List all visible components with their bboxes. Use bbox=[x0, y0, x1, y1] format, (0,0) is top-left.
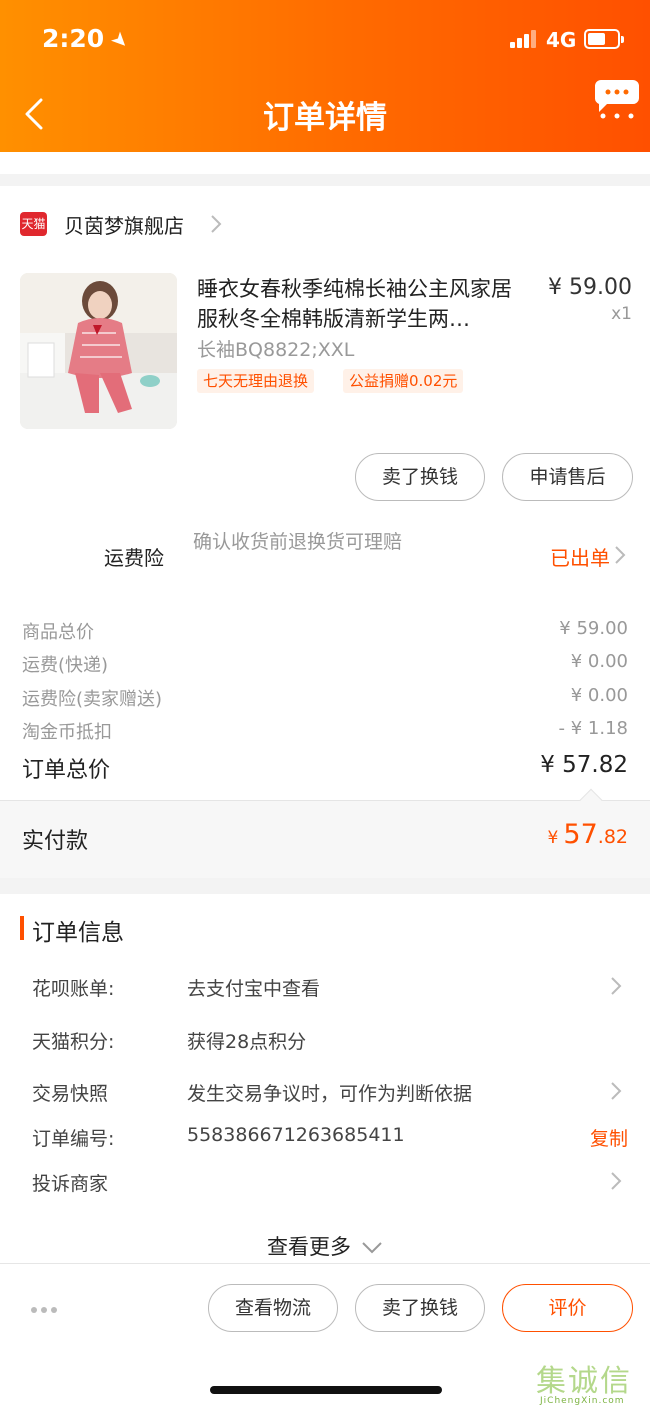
more-menu-icon[interactable] bbox=[595, 76, 639, 120]
paid-amount-box: 实付款 ¥ 57.82 bbox=[0, 788, 650, 878]
page-title: 订单详情 bbox=[263, 100, 387, 136]
section-accent-bar bbox=[20, 916, 24, 940]
chevron-right-icon[interactable] bbox=[610, 1081, 622, 1101]
paid-label: 实付款 bbox=[22, 829, 89, 854]
copy-order-number-button[interactable]: 复制 bbox=[590, 1124, 628, 1151]
home-indicator[interactable] bbox=[210, 1386, 442, 1394]
after-sale-button[interactable]: 申请售后 bbox=[502, 453, 633, 501]
product-image[interactable] bbox=[20, 273, 177, 429]
review-button[interactable]: 评价 bbox=[502, 1284, 633, 1332]
section-gap bbox=[0, 878, 650, 894]
chevron-right-icon[interactable] bbox=[610, 976, 622, 996]
paid-integer: 57 bbox=[563, 819, 598, 850]
see-more-label: 查看更多 bbox=[267, 1235, 351, 1259]
section-gap bbox=[0, 152, 650, 186]
fee-value-coins: - ¥ 1.18 bbox=[558, 718, 628, 739]
watermark-logo: 集诚信 JiChengXin.com bbox=[532, 1356, 650, 1407]
fee-value-goods: ¥ 59.00 bbox=[559, 618, 628, 639]
points-value: 获得28点积分 bbox=[187, 1031, 307, 1053]
tmall-icon: 天猫 bbox=[20, 212, 47, 236]
fee-value-insurance: ¥ 0.00 bbox=[570, 685, 628, 706]
insurance-status[interactable]: 已出单 bbox=[550, 542, 610, 571]
fee-label-goods: 商品总价 bbox=[22, 622, 94, 643]
shop-name: 贝茵梦旗舰店 bbox=[64, 214, 184, 238]
insurance-label: 运费险 bbox=[104, 546, 164, 570]
more-dots-icon[interactable] bbox=[30, 1306, 58, 1314]
chevron-right-icon[interactable] bbox=[614, 545, 626, 565]
fee-label-insurance: 运费险(卖家赠送) bbox=[22, 689, 163, 710]
chevron-right-icon bbox=[211, 215, 222, 233]
snapshot-label: 交易快照 bbox=[32, 1083, 109, 1105]
order-total-label: 订单总价 bbox=[22, 758, 111, 783]
product-sku: 长袖BQ8822;XXL bbox=[197, 339, 355, 361]
paid-value: ¥ 57.82 bbox=[548, 819, 629, 850]
view-logistics-button[interactable]: 查看物流 bbox=[208, 1284, 338, 1332]
paid-currency: ¥ bbox=[547, 828, 559, 848]
snapshot-value[interactable]: 发生交易争议时，可作为判断依据 bbox=[187, 1079, 472, 1106]
watermark-text: 集诚信 bbox=[536, 1364, 632, 1399]
huabei-label: 花呗账单: bbox=[32, 978, 115, 1000]
sell-for-cash-button[interactable]: 卖了换钱 bbox=[355, 1284, 485, 1332]
return-policy-tag: 七天无理由退换 bbox=[197, 369, 315, 393]
insurance-description: 确认收货前退换货可理赔 bbox=[193, 531, 403, 553]
fee-value-shipping: ¥ 0.00 bbox=[570, 651, 628, 672]
points-label: 天猫积分: bbox=[32, 1031, 115, 1053]
header: 2:20➤ 4G 订单详情 bbox=[0, 0, 650, 152]
network-type: 4G bbox=[546, 28, 577, 52]
complain-merchant-label[interactable]: 投诉商家 bbox=[32, 1169, 108, 1196]
see-more-button[interactable]: 查看更多 bbox=[0, 1231, 650, 1261]
sell-item-button[interactable]: 卖了换钱 bbox=[355, 453, 485, 501]
watermark-url: JiChengXin.com bbox=[540, 1396, 625, 1406]
bottom-action-bar: 查看物流 卖了换钱 评价 集诚信 JiChengXin.com bbox=[0, 1263, 650, 1407]
product-quantity: x1 bbox=[611, 304, 632, 324]
status-time-text: 2:20 bbox=[42, 24, 105, 53]
product-price: ¥ 59.00 bbox=[548, 275, 632, 300]
paid-decimal: .82 bbox=[597, 826, 628, 848]
order-number-label: 订单编号: bbox=[32, 1128, 115, 1150]
order-number-value: 558386671263685411 bbox=[187, 1124, 405, 1146]
location-icon: ➤ bbox=[106, 25, 135, 55]
shop-row[interactable]: 天猫 贝茵梦旗舰店 bbox=[0, 198, 650, 248]
chevron-down-icon bbox=[362, 1242, 382, 1254]
product-title[interactable]: 睡衣女春秋季纯棉长袖公主风家居服秋冬全棉韩版清新学生两… bbox=[197, 274, 527, 334]
charity-tag: 公益捐赠0.02元 bbox=[343, 369, 464, 393]
order-total-value: ¥ 57.82 bbox=[540, 752, 628, 778]
battery-icon bbox=[584, 29, 624, 49]
notch bbox=[579, 788, 603, 812]
huabei-value[interactable]: 去支付宝中查看 bbox=[187, 974, 320, 1001]
chevron-right-icon[interactable] bbox=[610, 1171, 622, 1191]
order-info-title: 订单信息 bbox=[32, 920, 124, 946]
status-time: 2:20➤ bbox=[42, 24, 135, 54]
signal-icon bbox=[510, 30, 540, 48]
fee-label-coins: 淘金币抵扣 bbox=[22, 722, 112, 743]
fee-label-shipping: 运费(快递) bbox=[22, 655, 109, 676]
